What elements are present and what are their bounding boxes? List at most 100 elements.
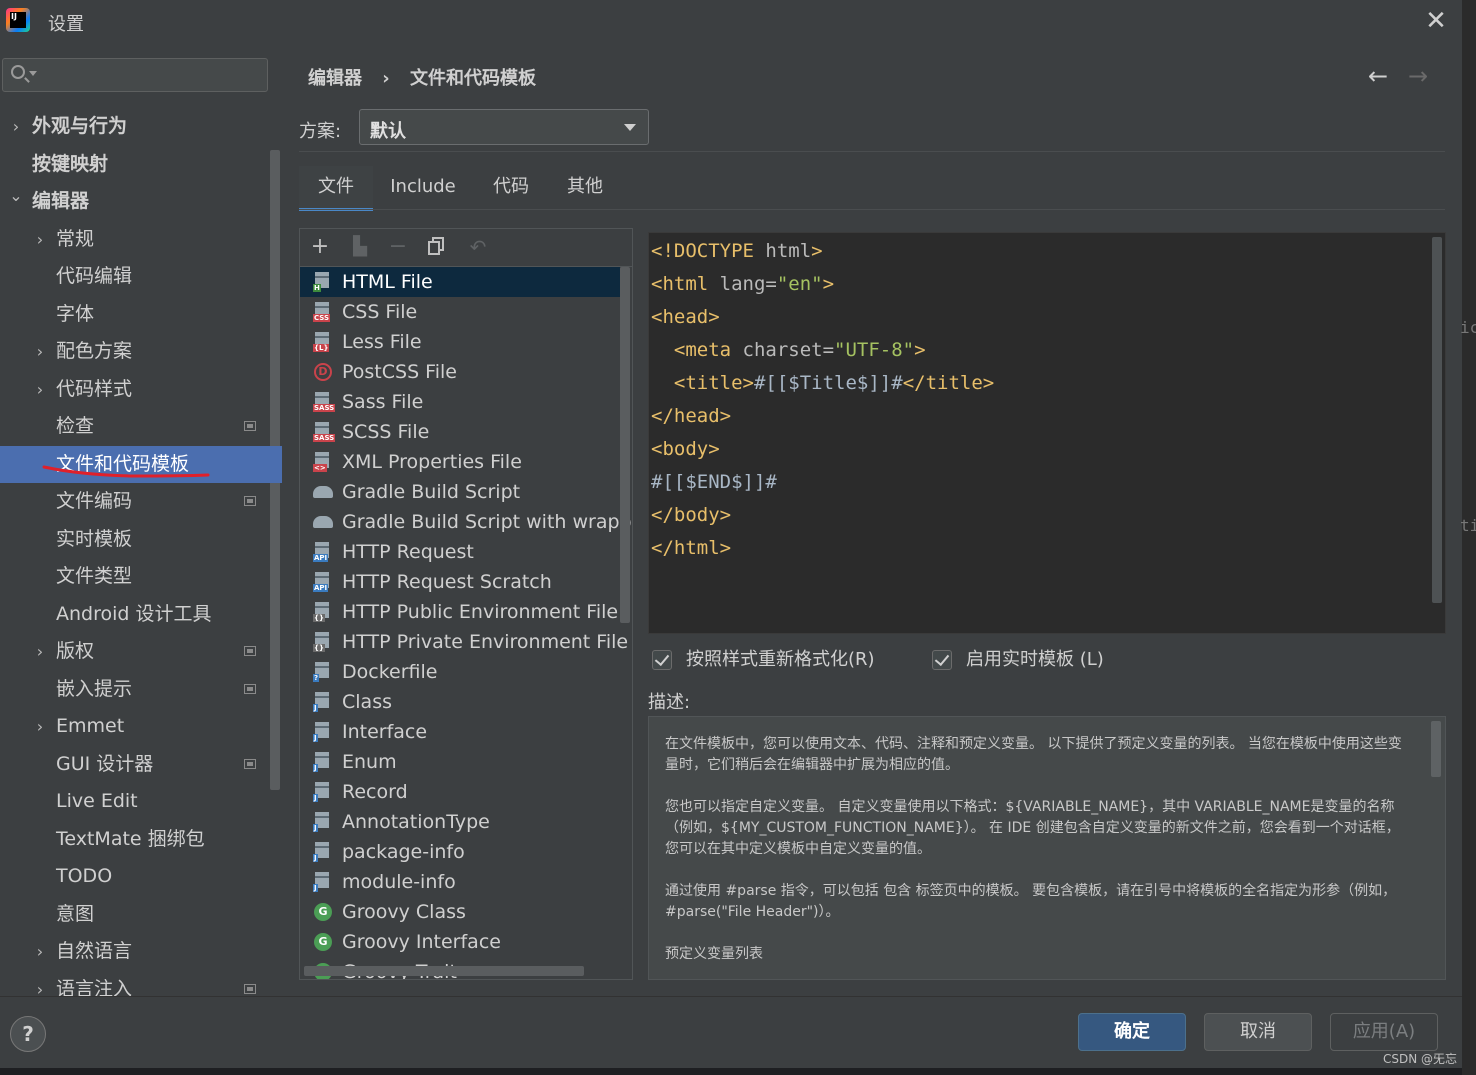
sidebar-item[interactable]: › 版权 (0, 633, 282, 670)
html-file-icon: H (313, 272, 333, 292)
template-list-item[interactable]: <> XML Properties File (300, 447, 620, 477)
sidebar-item[interactable]: › 配色方案 (0, 333, 282, 370)
template-list-item[interactable]: ? Dockerfile (300, 657, 620, 687)
template-list-item[interactable]: J AnnotationType (300, 807, 620, 837)
chevron-right-icon[interactable]: › (32, 371, 48, 408)
template-list-item[interactable]: Jmodule-info (300, 867, 620, 897)
chevron-right-icon[interactable]: › (32, 221, 48, 258)
add-child-icon[interactable]: ▙ (348, 235, 372, 259)
copy-icon[interactable] (428, 237, 446, 255)
sidebar-item[interactable]: Android 设计工具 (0, 596, 282, 633)
code-line: <title>#[[$Title$]]#</title> (651, 367, 994, 400)
java-file-icon: J (313, 872, 333, 892)
sidebar-item[interactable]: Live Edit (0, 783, 282, 820)
reset-icon[interactable]: ↶ (466, 235, 490, 259)
sidebar-item[interactable]: › 常规 (0, 221, 282, 258)
search-icon[interactable] (11, 65, 25, 79)
chevron-right-icon[interactable]: › (32, 708, 48, 745)
template-list-item[interactable]: CSS CSS File (300, 297, 620, 327)
sidebar-item-label: TextMate 捆绑包 (56, 827, 205, 850)
code-token: #[[$END$]]# (651, 471, 777, 493)
template-list-item[interactable]: Jpackage-info (300, 837, 620, 867)
template-list-item[interactable]: J Enum (300, 747, 620, 777)
template-list-item[interactable]: G Groovy Interface (300, 927, 620, 957)
sidebar-item[interactable]: 字体 (0, 296, 282, 333)
tab-other[interactable]: 其他 (553, 166, 617, 208)
java-file-icon: J (313, 692, 333, 712)
search-input[interactable] (39, 63, 263, 89)
breadcrumb-separator: › (382, 68, 390, 89)
template-list-item[interactable]: SASS SCSS File (300, 417, 620, 447)
chevron-right-icon[interactable]: › (32, 633, 48, 670)
description-scrollbar[interactable] (1431, 721, 1441, 777)
template-list-scrollbar[interactable] (620, 267, 630, 623)
template-code-editor[interactable]: <!DOCTYPE html> <html lang="en"> <head> <m… (648, 232, 1446, 634)
template-list-item[interactable]: SASS Sass File (300, 387, 620, 417)
code-token: lang= (719, 273, 777, 295)
template-list-item[interactable]: {L} Less File (300, 327, 620, 357)
template-list-item[interactable]: {} HTTP Private Environment File (300, 627, 628, 657)
breadcrumb-parent[interactable]: 编辑器 (308, 68, 362, 89)
ok-button[interactable]: 确定 (1078, 1013, 1186, 1051)
description-paragraph: 在文件模板中，您可以使用文本、代码、注释和预定义变量。 以下提供了预定义变量的列… (665, 736, 1402, 773)
sidebar-item[interactable]: 嵌入提示 (0, 671, 282, 708)
template-list-hscrollbar[interactable] (304, 966, 584, 976)
template-list-item[interactable]: D PostCSS File (300, 357, 620, 387)
sidebar-item-label: 嵌入提示 (56, 677, 133, 700)
template-list-item[interactable]: J Class (300, 687, 620, 717)
template-list-item[interactable]: J Record (300, 777, 620, 807)
scheme-dropdown[interactable]: 默认 (359, 109, 649, 145)
chevron-right-icon[interactable]: › (32, 333, 48, 370)
code-token: > (914, 339, 926, 361)
template-list-item[interactable]: {} HTTP Public Environment File (300, 597, 620, 627)
help-button[interactable]: ? (10, 1016, 46, 1052)
template-list-item[interactable]: Gradle Build Script (300, 477, 620, 507)
project-scope-icon (244, 496, 256, 506)
close-icon[interactable]: ✕ (1421, 6, 1451, 36)
template-list-item[interactable]: J Interface (300, 717, 620, 747)
chevron-right-icon[interactable]: › (32, 933, 48, 970)
search-history-caret-icon[interactable] (29, 71, 37, 76)
template-list-item[interactable]: G Groovy Class (300, 897, 620, 927)
tab-include[interactable]: Include (379, 166, 467, 208)
code-line: </html> (651, 532, 731, 565)
sidebar-item[interactable]: 文件类型 (0, 558, 282, 595)
checkbox-checked-icon (652, 650, 672, 670)
sidebar-item[interactable]: 实时模板 (0, 521, 282, 558)
template-list-item[interactable]: H HTML File (300, 267, 620, 297)
description-label: 描述: (648, 692, 691, 713)
sidebar-item[interactable]: 意图 (0, 896, 282, 933)
sidebar-item[interactable]: GUI 设计器 (0, 746, 282, 783)
template-list-item[interactable]: API HTTP Request (300, 537, 620, 567)
editor-scrollbar[interactable] (1432, 237, 1442, 603)
template-list-item[interactable]: API HTTP Request Scratch (300, 567, 620, 597)
sidebar-item[interactable]: 文件编码 (0, 483, 282, 520)
sidebar-item[interactable]: › 自然语言 (0, 933, 282, 970)
sidebar-item[interactable]: ⌄ 编辑器 (0, 183, 282, 220)
cancel-button[interactable]: 取消 (1204, 1013, 1312, 1051)
tab-code[interactable]: 代码 (479, 166, 543, 208)
template-list-item[interactable]: Gradle Build Script with wrapper (300, 507, 632, 537)
sidebar-item[interactable]: › Emmet (0, 708, 282, 745)
sidebar-item[interactable]: 按键映射 (0, 146, 282, 183)
template-list-item-label: HTML File (342, 271, 433, 293)
sidebar-item[interactable]: 检查 (0, 408, 282, 445)
sidebar-item-label: 代码编辑 (56, 265, 133, 287)
sidebar-item-label: 常规 (56, 227, 95, 250)
tab-files[interactable]: 文件 (299, 166, 373, 211)
edge-text: ti (1460, 516, 1476, 535)
apply-button[interactable]: 应用(A) (1330, 1013, 1438, 1051)
sidebar-item[interactable]: › 代码样式 (0, 371, 282, 408)
chevron-down-icon[interactable]: ⌄ (8, 183, 24, 209)
chevron-right-icon[interactable]: › (8, 108, 24, 145)
sidebar-item[interactable]: 代码编辑 (0, 258, 282, 295)
sidebar-item[interactable]: TextMate 捆绑包 (0, 821, 282, 858)
sidebar-item[interactable]: › 外观与行为 (0, 108, 282, 145)
back-arrow-icon[interactable]: ← (1368, 62, 1388, 90)
project-scope-icon (244, 758, 256, 769)
add-icon[interactable]: + (308, 235, 332, 259)
template-list-item-label: Sass File (342, 391, 424, 413)
sidebar-item[interactable]: TODO (0, 858, 282, 895)
remove-icon[interactable]: − (386, 235, 410, 259)
forward-arrow-icon[interactable]: → (1408, 62, 1428, 90)
